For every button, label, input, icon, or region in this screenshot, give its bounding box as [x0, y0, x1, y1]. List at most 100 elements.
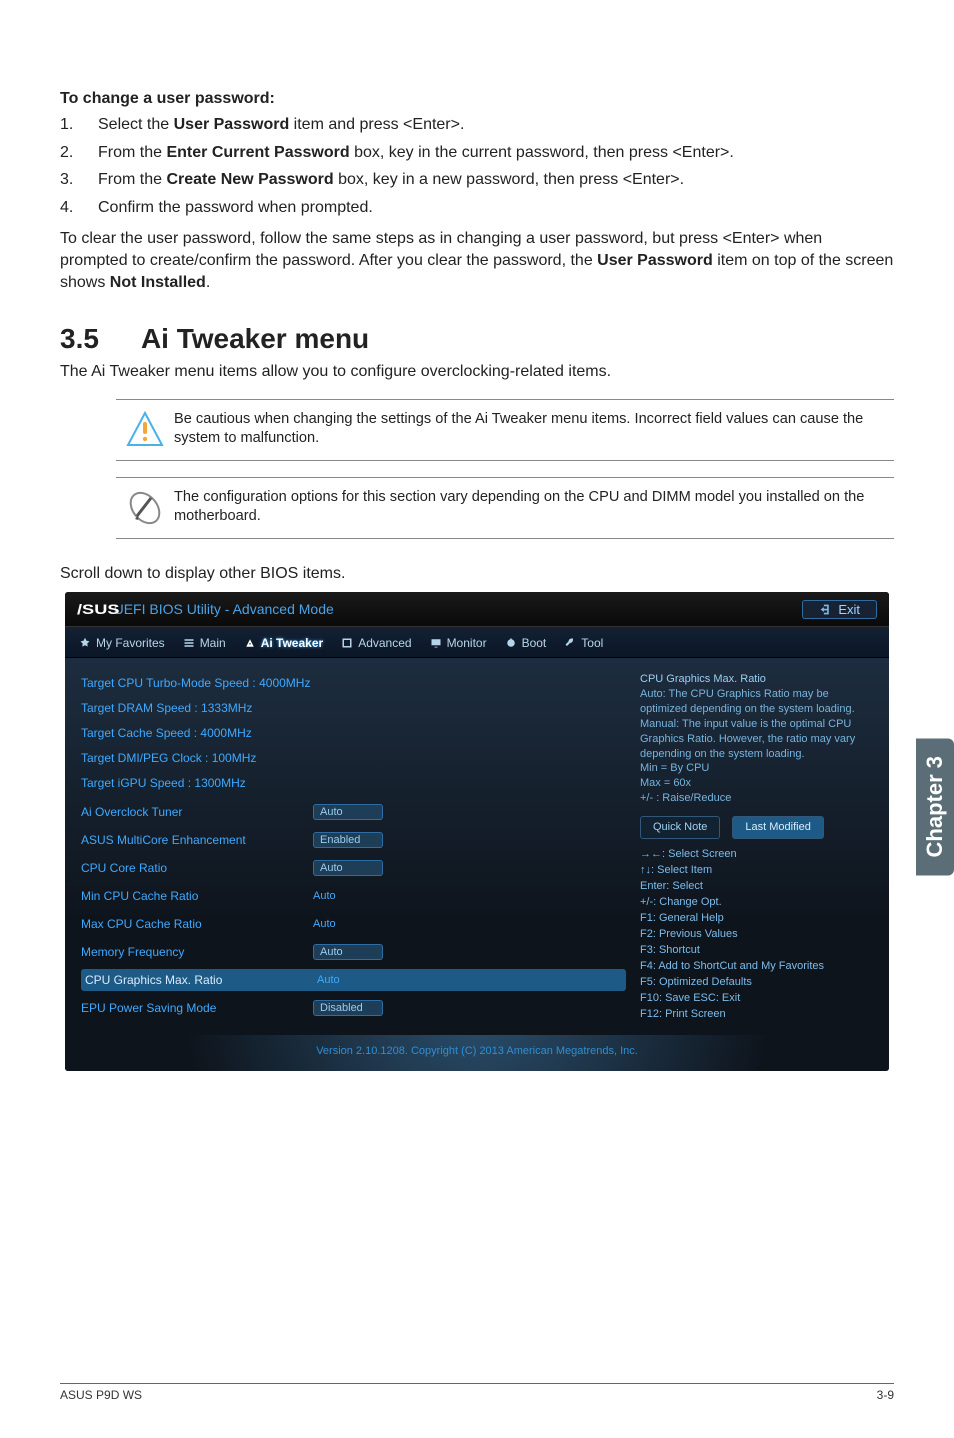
setting-value[interactable]: Auto — [313, 860, 383, 876]
hotkey-line: F10: Save ESC: Exit — [640, 991, 877, 1006]
setting-value[interactable]: Disabled — [313, 1000, 383, 1016]
target-line: Target DMI/PEG Clock : 100MHz — [81, 751, 626, 765]
bios-left-panel: Target CPU Turbo-Mode Speed : 4000MHz Tar… — [65, 658, 636, 1035]
footer-right: 3-9 — [877, 1388, 894, 1402]
target-line: Target DRAM Speed : 1333MHz — [81, 701, 626, 715]
tab-label: My Favorites — [96, 636, 165, 650]
hotkey-line: →←: Select Screen — [640, 847, 877, 862]
setting-label: CPU Core Ratio — [81, 861, 313, 875]
tab-ai-tweaker[interactable]: Ai Tweaker — [242, 633, 325, 653]
setting-row[interactable]: Ai Overclock TunerAuto — [81, 801, 626, 823]
quick-note-button[interactable]: Quick Note — [640, 816, 720, 839]
bios-footer: Version 2.10.1208. Copyright (C) 2013 Am… — [65, 1035, 889, 1071]
exit-label: Exit — [838, 602, 860, 617]
setting-row[interactable]: CPU Core RatioAuto — [81, 857, 626, 879]
tab-label: Advanced — [358, 636, 411, 650]
note-icon — [125, 488, 165, 528]
setting-label: Memory Frequency — [81, 945, 313, 959]
caution-text: Be cautious when changing the settings o… — [174, 410, 894, 449]
tab-monitor[interactable]: Monitor — [428, 633, 489, 653]
steps-list: 1.Select the User Password item and pres… — [60, 114, 894, 218]
setting-value[interactable]: Auto — [313, 890, 336, 902]
tab-boot[interactable]: Boot — [503, 633, 549, 653]
hotkey-line: F2: Previous Values — [640, 927, 877, 942]
tab-main[interactable]: Main — [181, 633, 228, 653]
step: 2.From the Enter Current Password box, k… — [60, 142, 894, 164]
target-line: Target CPU Turbo-Mode Speed : 4000MHz — [81, 676, 626, 690]
step-number: 2. — [60, 142, 98, 164]
tab-my-favorites[interactable]: My Favorites — [77, 633, 167, 653]
caution-note: Be cautious when changing the settings o… — [116, 399, 894, 461]
exit-button[interactable]: Exit — [802, 600, 877, 619]
tab-label: Monitor — [447, 636, 487, 650]
bios-screenshot: /SUS UEFI BIOS Utility - Advanced Mode E… — [65, 592, 889, 1071]
step-text: From the Create New Password box, key in… — [98, 169, 894, 191]
tab-icon — [430, 637, 442, 649]
target-line: Target Cache Speed : 4000MHz — [81, 726, 626, 740]
tab-icon — [79, 637, 91, 649]
section-heading: 3.5 Ai Tweaker menu — [60, 323, 894, 355]
setting-row[interactable]: EPU Power Saving ModeDisabled — [81, 997, 626, 1019]
step-number: 3. — [60, 169, 98, 191]
tab-tool[interactable]: Tool — [562, 633, 605, 653]
section-intro: The Ai Tweaker menu items allow you to c… — [60, 361, 894, 383]
help-body: Auto: The CPU Graphics Ratio may be opti… — [640, 687, 877, 806]
hotkey-line: F3: Shortcut — [640, 943, 877, 958]
hotkey-line: F4: Add to ShortCut and My Favorites — [640, 959, 877, 974]
setting-value[interactable]: Auto — [317, 974, 340, 986]
clear-password-paragraph: To clear the user password, follow the s… — [60, 228, 894, 293]
tab-label: Boot — [522, 636, 547, 650]
setting-row[interactable]: Min CPU Cache RatioAuto — [81, 885, 626, 907]
config-note-text: The configuration options for this secti… — [174, 488, 894, 527]
help-title: CPU Graphics Max. Ratio — [640, 672, 877, 687]
hotkey-line: F5: Optimized Defaults — [640, 975, 877, 990]
setting-row[interactable]: Memory FrequencyAuto — [81, 941, 626, 963]
step: 3.From the Create New Password box, key … — [60, 169, 894, 191]
tab-icon — [505, 637, 517, 649]
step: 1.Select the User Password item and pres… — [60, 114, 894, 136]
tab-label: Main — [200, 636, 226, 650]
setting-row[interactable]: Max CPU Cache RatioAuto — [81, 913, 626, 935]
setting-label: EPU Power Saving Mode — [81, 1001, 313, 1015]
tab-label: Tool — [581, 636, 603, 650]
bios-title-rest: UEFI BIOS Utility - Advanced Mode — [110, 601, 334, 617]
tab-icon — [244, 637, 256, 649]
setting-value[interactable]: Auto — [313, 944, 383, 960]
exit-icon — [819, 603, 832, 616]
caution-icon — [125, 410, 165, 450]
hotkey-line: Enter: Select — [640, 879, 877, 894]
step-text: Select the User Password item and press … — [98, 114, 894, 136]
scroll-down-paragraph: Scroll down to display other BIOS items. — [60, 563, 894, 585]
setting-label: Min CPU Cache Ratio — [81, 889, 313, 903]
bios-brand: /SUS — [77, 601, 119, 617]
setting-label: CPU Graphics Max. Ratio — [81, 973, 317, 987]
setting-label: ASUS MultiCore Enhancement — [81, 833, 313, 847]
setting-value[interactable]: Enabled — [313, 832, 383, 848]
section-title: Ai Tweaker menu — [141, 323, 369, 355]
setting-value[interactable]: Auto — [313, 804, 383, 820]
setting-label: Max CPU Cache Ratio — [81, 917, 313, 931]
bios-right-panel: CPU Graphics Max. Ratio Auto: The CPU Gr… — [636, 658, 889, 1035]
page-footer: ASUS P9D WS 3-9 — [60, 1383, 894, 1402]
setting-row[interactable]: CPU Graphics Max. RatioAuto — [81, 969, 626, 991]
step: 4.Confirm the password when prompted. — [60, 197, 894, 219]
footer-left: ASUS P9D WS — [60, 1388, 142, 1402]
setting-label: Ai Overclock Tuner — [81, 805, 313, 819]
hotkey-line: ↑↓: Select Item — [640, 863, 877, 878]
tab-advanced[interactable]: Advanced — [339, 633, 413, 653]
bios-title: /SUS UEFI BIOS Utility - Advanced Mode — [77, 601, 334, 617]
tab-label: Ai Tweaker — [261, 636, 323, 650]
step-number: 4. — [60, 197, 98, 219]
setting-value[interactable]: Auto — [313, 918, 336, 930]
hotkey-line: F1: General Help — [640, 911, 877, 926]
step-number: 1. — [60, 114, 98, 136]
step-text: From the Enter Current Password box, key… — [98, 142, 894, 164]
last-modified-button[interactable]: Last Modified — [732, 816, 823, 839]
section-number: 3.5 — [60, 323, 99, 355]
tab-icon — [341, 637, 353, 649]
config-note: The configuration options for this secti… — [116, 477, 894, 539]
hotkey-line: F12: Print Screen — [640, 1007, 877, 1022]
setting-row[interactable]: ASUS MultiCore EnhancementEnabled — [81, 829, 626, 851]
hotkey-line: +/-: Change Opt. — [640, 895, 877, 910]
tab-icon — [564, 637, 576, 649]
